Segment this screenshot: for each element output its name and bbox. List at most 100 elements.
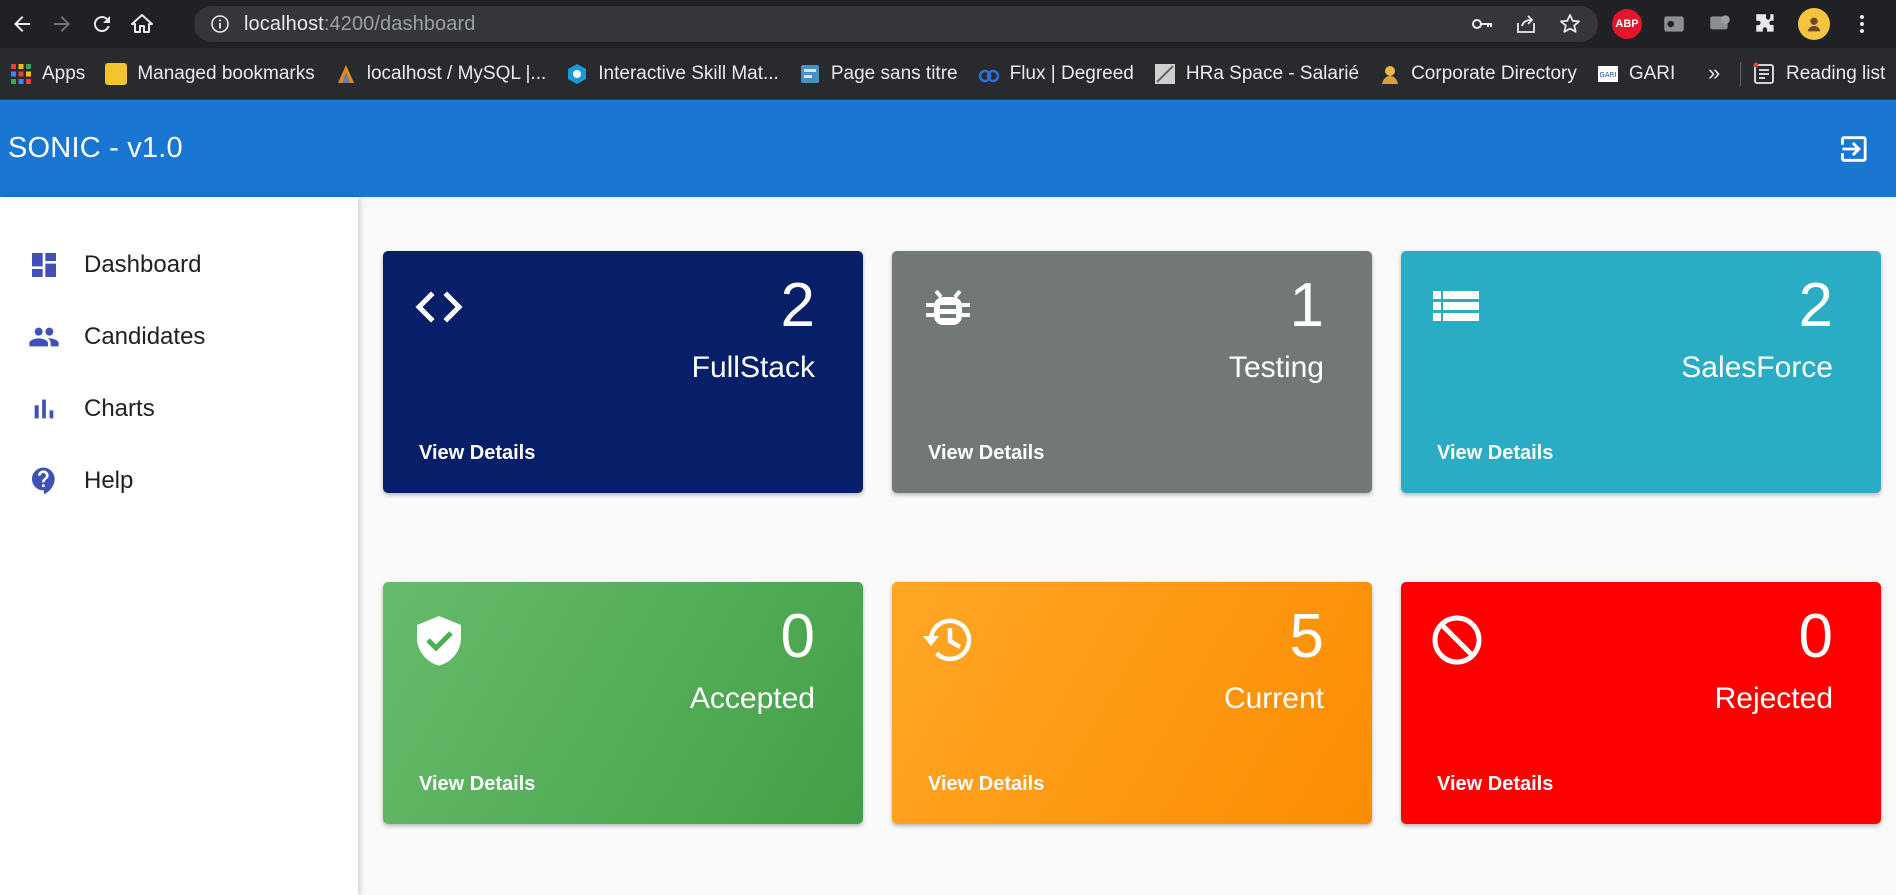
view-details-link[interactable]: View Details: [1437, 774, 1553, 794]
card-testing: 1 Testing View Details: [892, 251, 1372, 493]
bookmark-apps[interactable]: Apps: [0, 48, 95, 100]
bookmark-phpmyadmin[interactable]: localhost / MySQL |...: [325, 48, 557, 100]
home-icon: [131, 14, 153, 33]
bookmark-gari[interactable]: GARI GARI: [1587, 48, 1685, 100]
url-text: localhost:4200/dashboard: [244, 13, 475, 36]
code-icon: [415, 291, 463, 323]
view-details-link[interactable]: View Details: [419, 774, 535, 794]
bookmark-skill-matrix[interactable]: Interactive Skill Mat...: [556, 48, 789, 100]
reload-icon: [93, 16, 110, 33]
card-count: 1: [1289, 271, 1324, 340]
reading-list-icon: [1753, 62, 1774, 84]
sidebar-item-charts[interactable]: Charts: [0, 373, 358, 445]
sidebar-item-label: Help: [84, 467, 134, 494]
svg-text:GARI: GARI: [1599, 71, 1616, 79]
view-details-link[interactable]: View Details: [928, 774, 1044, 794]
bookmark-page-sans-titre[interactable]: Page sans titre: [789, 48, 968, 100]
dashboard-icon: [32, 253, 56, 277]
card-count: 5: [1289, 602, 1324, 671]
url-path: :4200/dashboard: [323, 12, 476, 35]
hra-icon: [1154, 63, 1175, 84]
sidebar-item-label: Dashboard: [84, 251, 202, 278]
block-icon: [1432, 615, 1482, 665]
card-label: Rejected: [1714, 682, 1833, 715]
sidebar-item-candidates[interactable]: Candidates: [0, 301, 358, 373]
sidebar: Dashboard Candidates Charts Help: [0, 197, 358, 895]
skill-matrix-icon: [568, 63, 587, 84]
sidebar-item-label: Charts: [84, 395, 155, 422]
back-button[interactable]: [4, 6, 40, 42]
card-rejected: 0 Rejected View Details: [1401, 582, 1881, 824]
bookmark-label: Managed bookmarks: [137, 62, 315, 84]
reading-list-button[interactable]: Reading list: [1752, 48, 1885, 100]
people-icon: [29, 327, 59, 347]
card-count: 0: [780, 602, 815, 671]
logout-icon[interactable]: [1834, 132, 1868, 166]
share-icon[interactable]: [1514, 12, 1538, 36]
folder-icon: [105, 62, 128, 85]
view-details-link[interactable]: View Details: [419, 443, 535, 463]
help-icon: [32, 467, 55, 495]
sidebar-item-label: Candidates: [84, 323, 206, 350]
page-icon: [800, 64, 819, 83]
home-button[interactable]: [124, 6, 160, 42]
card-count: 2: [1798, 271, 1833, 340]
bookmark-label: Corporate Directory: [1411, 62, 1577, 84]
gari-icon: GARI: [1597, 65, 1618, 82]
card-label: Current: [1223, 682, 1324, 715]
view-details-link[interactable]: View Details: [1437, 443, 1553, 463]
history-icon: [923, 618, 972, 662]
verified-shield-icon: [417, 616, 461, 666]
bug-icon: [926, 289, 970, 325]
profile-avatar-icon[interactable]: [1798, 8, 1830, 40]
browser-toolbar: localhost:4200/dashboard ABP: [0, 0, 1896, 48]
bookmark-star-icon[interactable]: [1558, 12, 1582, 36]
sidebar-item-dashboard[interactable]: Dashboard: [0, 229, 358, 301]
sidebar-item-help[interactable]: Help: [0, 445, 358, 517]
bookmark-label: GARI: [1628, 62, 1676, 84]
puzzle-extensions-icon[interactable]: [1752, 10, 1780, 38]
bookmarks-divider: [1740, 62, 1741, 86]
view-details-link[interactable]: View Details: [928, 443, 1044, 463]
bookmark-managed[interactable]: Managed bookmarks: [95, 48, 324, 100]
bookmark-label: localhost / MySQL |...: [366, 62, 547, 84]
app-title: SONIC - v1.0: [8, 132, 183, 164]
extensions-area: ABP: [1612, 6, 1876, 42]
card-fullstack: 2 FullStack View Details: [383, 251, 863, 493]
degreed-icon: [978, 69, 999, 82]
card-label: FullStack: [691, 351, 815, 384]
bookmark-corporate-directory[interactable]: Corporate Directory: [1369, 48, 1587, 100]
bar-chart-icon: [34, 399, 54, 419]
arrow-right-icon: [54, 16, 70, 32]
app-toolbar: SONIC - v1.0: [0, 100, 1896, 197]
bookmark-hra[interactable]: HRa Space - Salarié: [1144, 48, 1369, 100]
card-accepted: 0 Accepted View Details: [383, 582, 863, 824]
url-host: localhost: [244, 12, 324, 35]
card-current: 5 Current View Details: [892, 582, 1372, 824]
directory-icon: [1382, 65, 1399, 84]
card-count: 2: [780, 271, 815, 340]
bookmark-label: HRa Space - Salarié: [1185, 62, 1360, 84]
card-count: 0: [1798, 602, 1833, 671]
bookmark-degreed[interactable]: Flux | Degreed: [968, 48, 1144, 100]
card-label: Testing: [1228, 351, 1324, 384]
menu-kebab-icon[interactable]: [1848, 10, 1876, 38]
reading-list-label: Reading list: [1786, 63, 1886, 84]
bookmark-label: Apps: [42, 62, 86, 84]
chat-extension-icon[interactable]: [1706, 10, 1734, 38]
bookmarks-overflow-button[interactable]: »: [1708, 60, 1720, 86]
key-icon[interactable]: [1470, 12, 1494, 36]
card-label: SalesForce: [1681, 351, 1833, 384]
reload-button[interactable]: [84, 6, 120, 42]
bookmarks-bar: Apps Managed bookmarks localhost / MySQL…: [0, 48, 1896, 100]
site-info-icon[interactable]: [210, 14, 230, 34]
apps-grid-icon: [11, 63, 31, 84]
outlook-extension-icon[interactable]: [1660, 10, 1688, 38]
bookmark-label: Flux | Degreed: [1009, 62, 1134, 84]
card-label: Accepted: [689, 682, 815, 715]
bookmark-label: Interactive Skill Mat...: [598, 62, 779, 84]
list-icon: [1433, 291, 1479, 321]
address-bar[interactable]: localhost:4200/dashboard: [194, 6, 1598, 42]
forward-button[interactable]: [44, 6, 80, 42]
adblock-plus-icon[interactable]: ABP: [1612, 9, 1642, 39]
